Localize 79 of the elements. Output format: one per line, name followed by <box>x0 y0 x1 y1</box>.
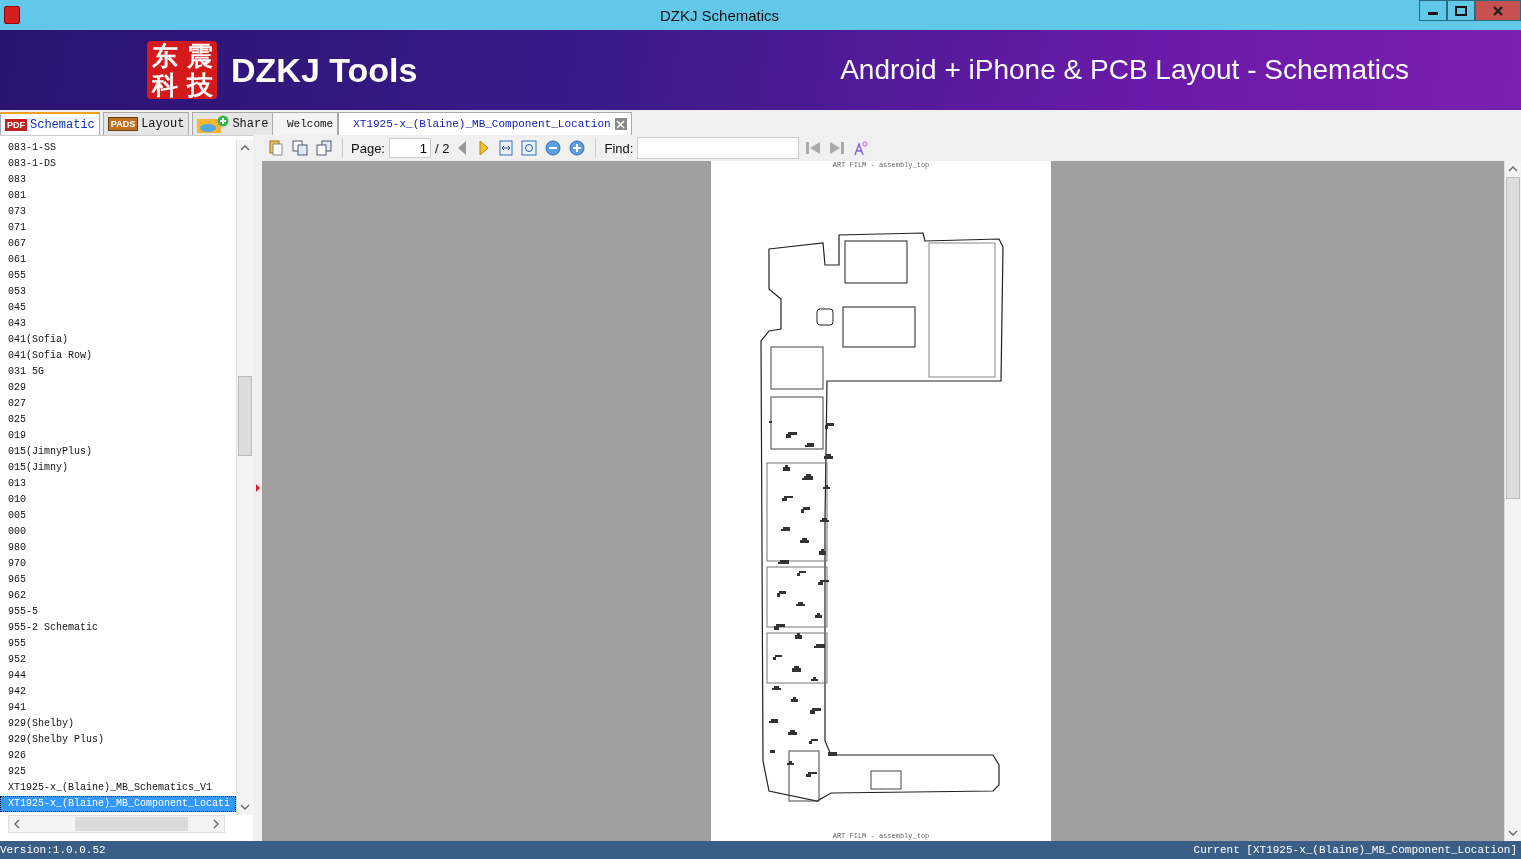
file-list-item[interactable]: 015(Jimny) <box>0 460 236 476</box>
side-tab[interactable]: PDF Schematic <box>0 112 100 135</box>
file-list-item[interactable]: 045 <box>0 300 236 316</box>
file-list-item[interactable]: 941 <box>0 700 236 716</box>
file-list-item[interactable]: 083-1-SS <box>0 140 236 156</box>
file-list-item[interactable]: 061 <box>0 252 236 268</box>
zoom-out-icon[interactable] <box>543 140 564 156</box>
file-list-item[interactable]: 965 <box>0 572 236 588</box>
scrollbar-thumb[interactable] <box>238 376 252 456</box>
file-list-item[interactable]: 970 <box>0 556 236 572</box>
file-list-item[interactable]: 010 <box>0 492 236 508</box>
file-list-item[interactable]: 025 <box>0 412 236 428</box>
file-list-item[interactable]: 073 <box>0 204 236 220</box>
file-list-item[interactable]: 015(JimnyPlus) <box>0 444 236 460</box>
file-list-item[interactable]: 955-5 <box>0 604 236 620</box>
file-list-item[interactable]: 955-2 Schematic <box>0 620 236 636</box>
document-tab[interactable]: XT1925-x_(Blaine)_MB_Component_Location <box>338 112 632 135</box>
maximize-button[interactable] <box>1447 0 1475 21</box>
fit-page-icon[interactable] <box>519 140 540 156</box>
file-list-item[interactable]: 019 <box>0 428 236 444</box>
file-list-item[interactable]: 926 <box>0 748 236 764</box>
app-icon <box>4 6 20 24</box>
scrollbar[interactable] <box>1504 161 1521 841</box>
find-label: Find: <box>604 140 634 156</box>
page-label: Page: <box>351 140 385 156</box>
file-list-item[interactable]: 083-1-DS <box>0 156 236 172</box>
file-list-item[interactable]: XT1925-x_(Blaine)_MB_Schematics_V1 <box>0 780 236 796</box>
file-list-item[interactable]: 067 <box>0 236 236 252</box>
horizontal-scrollbar[interactable] <box>8 815 225 833</box>
find-field[interactable] <box>637 137 800 159</box>
pages-icon[interactable] <box>314 140 334 156</box>
version-text: Version:1.0.0.52 <box>0 844 106 856</box>
scrollbar-thumb[interactable] <box>1506 177 1520 499</box>
file-list-item[interactable]: 083 <box>0 172 236 188</box>
copy-icon[interactable] <box>266 140 286 156</box>
zoom-in-icon[interactable] <box>567 140 588 156</box>
banner-slogan: Android + iPhone & PCB Layout - Schematics <box>840 54 1409 86</box>
side-tab[interactable]: PADS Layout <box>102 112 190 135</box>
file-list-item[interactable]: 031 5G <box>0 364 236 380</box>
file-list-item[interactable]: 929(Shelby Plus) <box>0 732 236 748</box>
logo-badge: 东震科技 <box>147 41 217 99</box>
file-list-item[interactable]: 962 <box>0 588 236 604</box>
file-list-item[interactable]: 013 <box>0 476 236 492</box>
minimize-button[interactable] <box>1419 0 1447 21</box>
page-total: / 2 <box>435 140 450 156</box>
file-list-item[interactable]: 041(Sofia Row) <box>0 348 236 364</box>
pdf-icon: PDF <box>5 118 27 131</box>
side-tab[interactable]: Share <box>192 112 274 135</box>
file-list-item[interactable]: 055 <box>0 268 236 284</box>
file-list-item[interactable]: 005 <box>0 508 236 524</box>
document-tab[interactable]: Welcome <box>272 112 339 135</box>
scrollbar[interactable] <box>236 140 253 815</box>
fit-width-icon[interactable] <box>497 140 516 156</box>
window-title: DZKJ Schematics <box>658 6 781 24</box>
file-list-item[interactable]: 944 <box>0 668 236 684</box>
page-number-field[interactable]: 1 <box>389 138 431 158</box>
file-list-item[interactable]: 929(Shelby) <box>0 716 236 732</box>
close-icon <box>1492 4 1504 17</box>
file-list-item[interactable]: 955 <box>0 636 236 652</box>
file-list-item[interactable]: 942 <box>0 684 236 700</box>
file-list-item[interactable]: 053 <box>0 284 236 300</box>
pads-icon: PADS <box>107 117 139 131</box>
file-list-item[interactable]: 925 <box>0 764 236 780</box>
file-list-item[interactable]: 041(Sofia) <box>0 332 236 348</box>
file-list-item[interactable]: 081 <box>0 188 236 204</box>
scrollbar-thumb[interactable] <box>75 817 188 831</box>
brand-name: DZKJ Tools <box>231 50 418 90</box>
file-list-item[interactable]: 043 <box>0 316 236 332</box>
file-list-item[interactable]: 952 <box>0 652 236 668</box>
close-button[interactable] <box>1475 0 1521 21</box>
file-list-item[interactable]: 000 <box>0 524 236 540</box>
current-file-text: Current [XT1925-x_(Blaine)_MB_Component_Location] <box>1193 844 1517 856</box>
close-tab-icon[interactable] <box>614 118 627 130</box>
folder-cloud-icon <box>197 115 230 133</box>
pages-icon[interactable] <box>290 140 310 156</box>
file-list-item[interactable]: 029 <box>0 380 236 396</box>
file-list-item[interactable]: 027 <box>0 396 236 412</box>
file-list-item[interactable]: 980 <box>0 540 236 556</box>
file-list-item[interactable]: 071 <box>0 220 236 236</box>
